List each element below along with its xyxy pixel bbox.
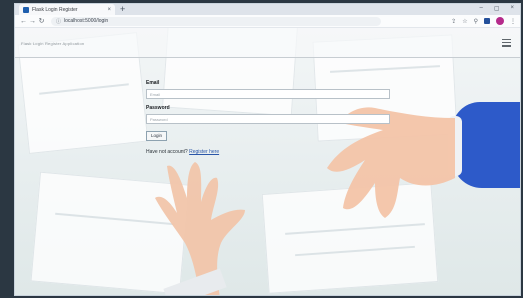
back-icon[interactable]: ← <box>19 18 28 25</box>
tab-bar: Flask Login Register × + – ▢ × <box>15 4 520 15</box>
extension-icon[interactable] <box>484 18 490 24</box>
hamburger-menu-icon[interactable] <box>502 39 511 47</box>
brand-logo[interactable]: Flask Login Register Application <box>21 41 84 46</box>
url-bar[interactable]: ⓘ localhost:5000/login <box>51 16 381 26</box>
forward-icon[interactable]: → <box>28 18 37 25</box>
extension-puzzle-icon[interactable]: ⚲ <box>474 18 478 25</box>
password-field[interactable] <box>146 114 390 124</box>
maximize-button[interactable]: ▢ <box>494 5 500 12</box>
login-page: Flask Login Register Application Email P… <box>15 28 520 295</box>
more-menu-icon[interactable]: ⋮ <box>510 18 516 25</box>
profile-avatar[interactable] <box>496 17 504 25</box>
tab-close-icon[interactable]: × <box>107 7 111 13</box>
share-icon[interactable]: ⇪ <box>451 18 456 25</box>
email-field[interactable] <box>146 89 390 99</box>
register-link[interactable]: Register here <box>189 149 219 155</box>
register-prompt-text: Have not account? <box>146 149 190 155</box>
url-text[interactable]: localhost:5000/login <box>64 18 108 24</box>
hamburger-line <box>502 45 511 47</box>
info-icon[interactable]: ⓘ <box>56 18 61 25</box>
hamburger-line <box>502 39 511 41</box>
window-controls: – ▢ × <box>479 5 514 12</box>
address-bar-row: ← → ↻ ⓘ localhost:5000/login ⇪ ☆ ⚲ ⋮ <box>15 15 520 28</box>
register-prompt: Have not account? Register here <box>146 149 390 155</box>
tab-title: Flask Login Register <box>32 6 78 13</box>
toolbar-actions: ⇪ ☆ ⚲ ⋮ <box>451 17 516 25</box>
minimize-button[interactable]: – <box>479 5 482 12</box>
login-button[interactable]: Login <box>146 130 168 141</box>
login-form: Email Password Login Have not account? R… <box>146 80 390 155</box>
new-tab-button[interactable]: + <box>120 5 125 14</box>
password-label: Password <box>146 105 170 111</box>
top-navbar: Flask Login Register Application <box>15 28 520 58</box>
window-close-button[interactable]: × <box>510 5 514 12</box>
star-icon[interactable]: ☆ <box>462 18 467 25</box>
browser-tab[interactable]: Flask Login Register × <box>19 4 115 15</box>
email-label: Email <box>146 80 160 86</box>
browser-window: Flask Login Register × + – ▢ × ← → ↻ ⓘ l… <box>14 3 521 296</box>
hamburger-line <box>502 42 511 44</box>
reload-icon[interactable]: ↻ <box>37 17 46 25</box>
favicon-icon <box>23 6 29 13</box>
